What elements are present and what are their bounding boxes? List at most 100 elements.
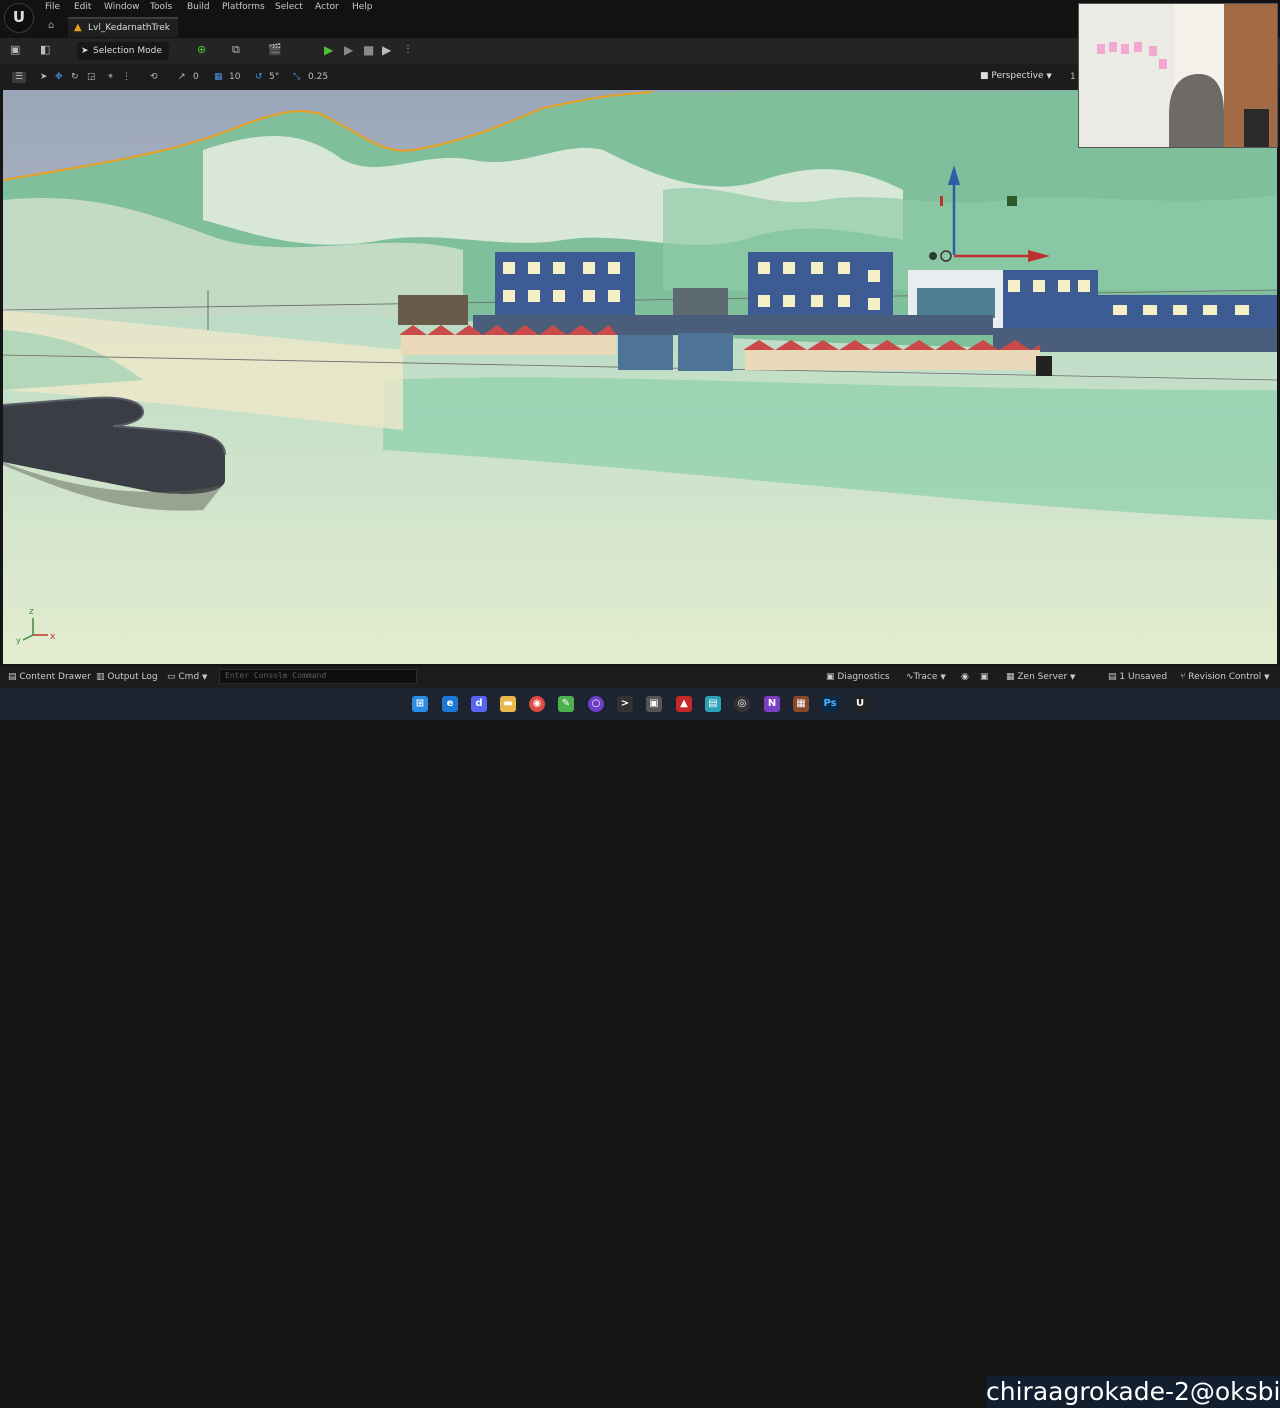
stop-icon[interactable]: ■	[363, 43, 374, 57]
trace-dropdown[interactable]: ∿Trace ▼	[906, 671, 946, 683]
clipped-toolbar-value[interactable]: 1	[1070, 72, 1076, 83]
grid-snap-value[interactable]: 10	[229, 72, 240, 83]
revision-control-label: Revision Control	[1188, 672, 1262, 682]
app-icon[interactable]: ▣	[646, 696, 662, 712]
blueprint-icon[interactable]: ⧉	[232, 43, 240, 57]
surface-snap-icon[interactable]: ⟲	[150, 72, 158, 83]
menu-select[interactable]: Select	[275, 2, 303, 12]
select-tool-icon[interactable]: ➤	[40, 72, 48, 83]
log-icon: ▥	[96, 672, 105, 682]
scale-snap-icon[interactable]: ⤡	[293, 72, 300, 83]
unreal-taskbar-icon[interactable]: U	[852, 696, 868, 712]
container-block	[618, 335, 673, 370]
unity-red-icon[interactable]: ▲	[676, 696, 692, 712]
level-viewport[interactable]: z x y	[3, 90, 1277, 664]
revision-control-button[interactable]: ⑂ Revision Control ▼	[1180, 671, 1270, 683]
more-icon[interactable]: ⋮	[122, 72, 131, 83]
grid-snap-icon[interactable]: ▦	[214, 72, 223, 83]
rotate-snap-value[interactable]: 0	[193, 72, 199, 83]
chevron-down-icon: ▼	[1264, 673, 1270, 681]
payment-watermark: chiraagrokade-2@oksbi	[986, 1376, 1280, 1408]
zen-server-button[interactable]: ▦ Zen Server ▼	[1006, 671, 1075, 683]
selection-mode-label: Selection Mode	[93, 46, 162, 56]
axis-label-x: x	[50, 632, 56, 642]
selection-mode-dropdown[interactable]: ➤ Selection Mode ▼	[77, 42, 169, 73]
trace-label: Trace	[913, 672, 938, 682]
cinematics-icon[interactable]: 🎬	[268, 43, 282, 57]
menu-actor[interactable]: Actor	[315, 2, 339, 12]
diagnostics-label: Diagnostics	[837, 672, 890, 682]
cmd-label: Cmd	[178, 672, 200, 682]
save-icon[interactable]: ▣	[10, 43, 20, 57]
browse-icon[interactable]: ◧	[40, 43, 50, 57]
angle-snap-icon[interactable]: ↺	[255, 72, 263, 83]
play-icon[interactable]: ▶	[324, 43, 333, 57]
tab-level[interactable]: ▲ Lvl_KedarnathTrek	[68, 17, 178, 37]
windows-start-icon[interactable]: ⊞	[412, 696, 428, 712]
cmd-dropdown[interactable]: ▭ Cmd ▼	[167, 671, 207, 683]
github-icon[interactable]: ○	[588, 696, 604, 712]
record-icon[interactable]: ◉	[961, 671, 969, 683]
unsaved-label: 1 Unsaved	[1119, 672, 1168, 682]
scale-tool-icon[interactable]: ◲	[87, 72, 96, 83]
server-icon: ▦	[1006, 672, 1015, 682]
photos-icon[interactable]: ▦	[793, 696, 809, 712]
camera-capture-icon[interactable]: ▣	[980, 671, 989, 683]
rotate-tool-icon[interactable]: ↻	[71, 72, 79, 83]
view-mode-label: Perspective	[991, 71, 1044, 81]
edge-icon[interactable]: e	[442, 696, 458, 712]
home-icon[interactable]: ⌂	[48, 20, 54, 31]
menu-tools[interactable]: Tools	[150, 2, 172, 12]
unreal-logo[interactable]: U	[4, 3, 34, 33]
angle-snap-value[interactable]: 5°	[269, 72, 279, 83]
trace-icon: ∿	[906, 672, 914, 682]
chrome-icon[interactable]: ◉	[529, 696, 545, 712]
webcam-overlay	[1078, 3, 1278, 148]
zen-server-label: Zen Server	[1017, 672, 1068, 682]
play-options-icon[interactable]: ▶	[382, 43, 391, 57]
file-explorer-icon[interactable]: ▬	[500, 696, 516, 712]
more-options-icon[interactable]: ⋮	[403, 43, 413, 57]
unsaved-icon: ▤	[1108, 672, 1117, 682]
axis-label-y: y	[16, 636, 21, 645]
viewport-options-icon[interactable]: ☰	[12, 72, 27, 83]
level-icon: ▲	[74, 22, 82, 33]
console-input[interactable]: Enter Console Command	[219, 669, 417, 684]
menu-build[interactable]: Build	[187, 2, 210, 12]
menu-platforms[interactable]: Platforms	[222, 2, 265, 12]
view-mode-dropdown[interactable]: ■ Perspective ▼	[980, 71, 1052, 81]
shop-window	[917, 288, 995, 318]
output-log-button[interactable]: ▥ Output Log	[96, 671, 158, 683]
content-drawer-label: Content Drawer	[19, 672, 91, 682]
terminal-icon[interactable]: >	[617, 696, 633, 712]
menu-file[interactable]: File	[45, 2, 60, 12]
coordinate-space-icon[interactable]: ⌖	[108, 72, 113, 83]
discord-icon[interactable]: d	[471, 696, 487, 712]
menu-window[interactable]: Window	[104, 2, 140, 12]
menu-help[interactable]: Help	[352, 2, 373, 12]
obs-icon[interactable]: ◎	[734, 696, 750, 712]
move-tool-icon[interactable]: ✥	[55, 72, 63, 83]
terminal-icon: ▭	[167, 672, 176, 682]
output-log-label: Output Log	[107, 672, 158, 682]
content-drawer-button[interactable]: ▤ Content Drawer	[8, 671, 91, 683]
tab-level-label: Lvl_KedarnathTrek	[88, 23, 170, 33]
notepad-icon[interactable]: ✎	[558, 696, 574, 712]
visual-studio-icon[interactable]: N	[764, 696, 780, 712]
rotate-snap-icon[interactable]: ↗	[178, 72, 186, 83]
old-house	[398, 295, 468, 325]
scale-snap-value[interactable]: 0.25	[308, 72, 328, 83]
store-icon[interactable]: ▤	[705, 696, 721, 712]
chevron-down-icon: ▼	[940, 673, 946, 681]
menu-edit[interactable]: Edit	[74, 2, 91, 12]
unsaved-button[interactable]: ▤ 1 Unsaved	[1108, 671, 1167, 683]
os-taskbar: ⊞ e d ▬ ◉ ✎ ○ > ▣ ▲ ▤ ◎ N ▦ Ps U chiraag…	[0, 688, 1280, 1408]
vehicle	[1036, 356, 1052, 376]
photoshop-icon[interactable]: Ps	[822, 696, 838, 712]
advance-frame-icon[interactable]: ▶	[344, 43, 353, 57]
camera-icon: ■	[980, 71, 989, 81]
chevron-down-icon: ▼	[1046, 72, 1052, 80]
add-actor-icon[interactable]: ⊕	[197, 43, 206, 57]
diagnostics-button[interactable]: ▣ Diagnostics	[826, 671, 890, 683]
diagnostics-icon: ▣	[826, 672, 835, 682]
